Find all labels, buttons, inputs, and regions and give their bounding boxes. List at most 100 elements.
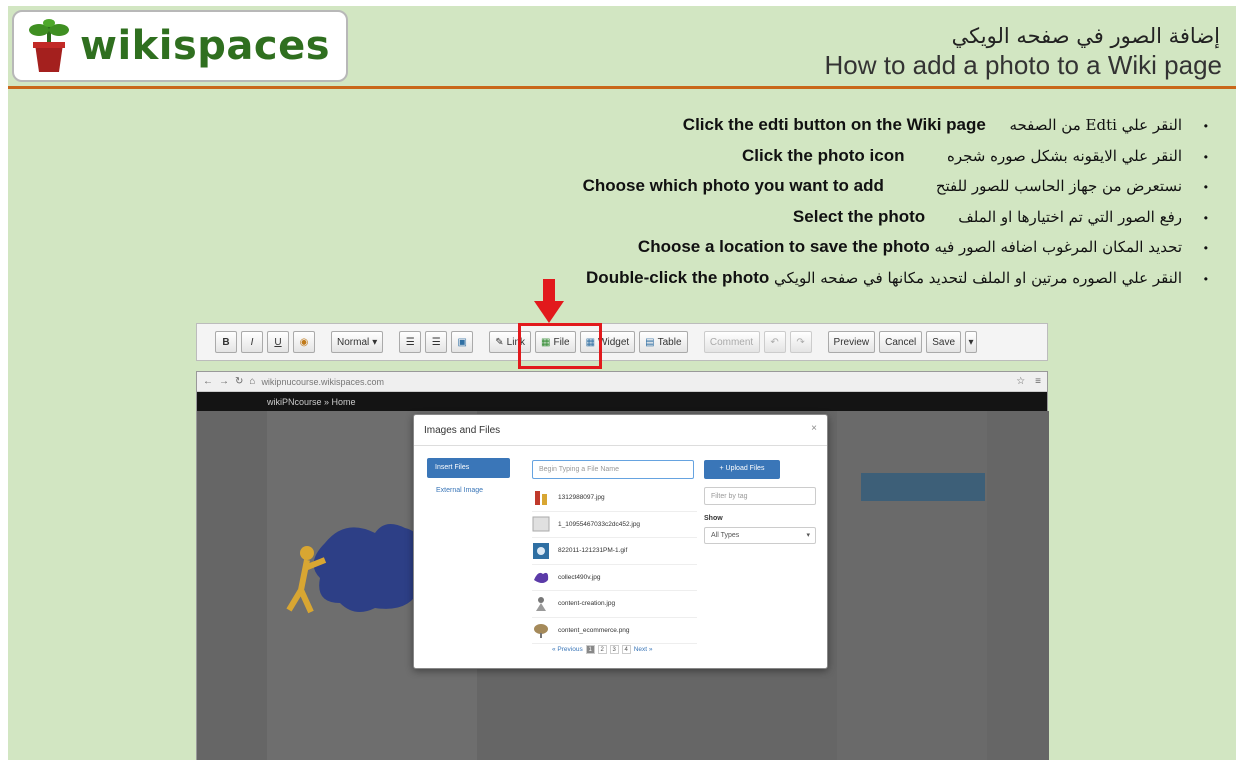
format-select[interactable]: Normal ▾: [331, 331, 384, 353]
step-text-ar: النقر علي الايقونه بشكل صوره شجره: [946, 146, 1182, 165]
table-button-label: Table: [657, 336, 682, 348]
previous-page-link[interactable]: « Previous: [552, 646, 583, 653]
menu-icon[interactable]: ≡: [1035, 376, 1041, 387]
numbered-list-button[interactable]: ☰: [399, 331, 422, 353]
list-item[interactable]: collect490v.jpg: [532, 565, 697, 591]
site-title[interactable]: wikiPNcourse » Home: [267, 397, 356, 407]
down-arrow-icon: [534, 279, 564, 323]
list-item[interactable]: 1312988097.jpg: [532, 485, 697, 512]
table-button[interactable]: ▤ Table: [639, 331, 688, 353]
redo-icon: ↷: [796, 336, 805, 348]
bullet-icon: •: [1203, 180, 1208, 194]
list-item: Click the photo icon النقر علي الايقونه …: [362, 141, 1208, 172]
table-icon: ▤: [645, 336, 655, 348]
numbered-list-icon: ☰: [405, 336, 415, 348]
list-item[interactable]: content_ecommerce.png: [532, 618, 697, 644]
bullet-icon: •: [1203, 241, 1208, 255]
list-item: Double-click the photo النقر علي الصوره …: [362, 263, 1208, 294]
file-name: 1_10955467033c2dc452.jpg: [558, 520, 641, 528]
back-icon[interactable]: ←: [203, 376, 213, 387]
save-options-button[interactable]: ▾: [965, 331, 978, 353]
wiki-sidebar: [837, 411, 987, 760]
file-button-highlight: [518, 323, 602, 369]
bold-button[interactable]: B: [215, 331, 237, 353]
step-text-en: Choose a location to save the photo: [637, 237, 930, 257]
file-name: content-creation.jpg: [558, 600, 616, 608]
page-link[interactable]: 3: [609, 645, 619, 654]
dialog-divider: [414, 445, 827, 446]
file-thumbnail: [535, 490, 547, 505]
file-name: 822011-121231PM-1.gif: [558, 547, 628, 555]
file-thumbnail: [534, 573, 549, 584]
logo-text: wikispaces: [80, 23, 331, 69]
bullet-icon: •: [1203, 271, 1208, 286]
bullet-icon: •: [1203, 149, 1208, 164]
undo-icon: ↶: [770, 336, 779, 348]
sidebar-highlight: [861, 473, 985, 501]
step-text-en: Choose which photo you want to add: [582, 176, 884, 196]
bullet-icon: •: [1203, 119, 1208, 133]
list-item[interactable]: 1_10955467033c2dc452.jpg: [532, 512, 697, 538]
comment-button[interactable]: Comment: [703, 331, 760, 353]
save-button[interactable]: Save: [926, 331, 962, 353]
dialog-title: Images and Files: [424, 425, 501, 436]
file-search-input[interactable]: Begin Typing a File Name: [532, 460, 694, 479]
next-page-link[interactable]: Next »: [634, 646, 653, 653]
file-name: collect490v.jpg: [558, 573, 601, 581]
text-color-button[interactable]: ◉: [293, 331, 315, 353]
bullet-list-button[interactable]: ☰: [425, 331, 448, 353]
file-type-select[interactable]: All Types ▾: [704, 527, 816, 544]
plant-pot-icon: [29, 19, 69, 72]
file-name: content_ecommerce.png: [558, 626, 630, 634]
list-item: Choose a location to save the photo تحدي…: [362, 232, 1208, 263]
palette-icon: ◉: [299, 336, 309, 348]
forward-icon[interactable]: →: [219, 376, 229, 387]
step-text-en: Click the photo icon: [742, 145, 905, 165]
list-item: Click the edti button on the Wiki page ا…: [362, 110, 1208, 141]
reload-icon[interactable]: ↻: [235, 376, 243, 387]
close-icon[interactable]: ×: [811, 423, 817, 434]
bullet-list-icon: ☰: [431, 336, 441, 348]
filter-by-tag-input[interactable]: Filter by tag: [704, 487, 816, 505]
underline-button[interactable]: U: [267, 331, 289, 353]
page-title: How to add a photo to a Wiki page: [824, 50, 1222, 80]
tab-insert-files[interactable]: Insert Files: [427, 458, 510, 478]
page-link[interactable]: 2: [597, 645, 607, 654]
home-icon[interactable]: ⌂: [249, 376, 255, 387]
preview-button[interactable]: Preview: [827, 331, 876, 353]
format-select-label: Normal: [337, 336, 370, 348]
file-type-value: All Types: [711, 532, 740, 539]
star-icon[interactable]: ☆: [1016, 376, 1025, 387]
chevron-down-icon: ▾: [372, 336, 378, 348]
page-link[interactable]: 4: [621, 645, 631, 654]
step-text-en: Double-click the photo: [586, 267, 770, 287]
cancel-button[interactable]: Cancel: [879, 331, 923, 353]
instruction-list: Click the edti button on the Wiki page ا…: [362, 110, 1208, 294]
step-text-ar: النقر علي الصوره مرتين او الملف لتحديد م…: [774, 268, 1182, 287]
file-list: 1312988097.jpg 1_10955467033c2dc452.jpg …: [532, 485, 697, 644]
step-text-ar: رفع الصور التي تم اختيارها او الملف: [958, 207, 1182, 226]
url-field[interactable]: wikipnucourse.wikispaces.com: [261, 377, 1010, 387]
page-link[interactable]: 1: [585, 645, 595, 654]
image-icon: ▣: [457, 336, 467, 348]
step-text-ar: نستعرض من جهاز الحاسب للصور للفتح: [935, 177, 1182, 196]
bullet-icon: •: [1203, 210, 1208, 225]
wikispaces-logo: wikispaces: [12, 10, 348, 82]
upload-files-button[interactable]: + Upload Files: [704, 460, 780, 479]
redo-button[interactable]: ↷: [789, 331, 812, 353]
undo-button[interactable]: ↶: [763, 331, 786, 353]
chevron-down-icon: ▾: [806, 532, 810, 539]
step-text-ar: تحديد المكان المرغوب اضافه الصور فيه: [934, 238, 1182, 257]
italic-button[interactable]: I: [241, 331, 263, 353]
images-and-files-dialog: Images and Files × Insert Files External…: [413, 414, 828, 669]
list-item[interactable]: 822011-121231PM-1.gif: [532, 538, 697, 565]
address-bar: ← → ↻ ⌂ wikipnucourse.wikispaces.com ☆ ≡: [197, 372, 1047, 392]
tab-external-image[interactable]: External Image: [436, 487, 483, 494]
list-item: Choose which photo you want to add نستعر…: [362, 171, 1208, 202]
step-text-en: Select the photo: [792, 206, 926, 226]
list-item[interactable]: content-creation.jpg: [532, 591, 697, 618]
show-label: Show: [704, 515, 723, 522]
image-button[interactable]: ▣: [451, 331, 474, 353]
file-thumbnail: [532, 516, 550, 532]
header-divider: [8, 86, 1236, 89]
